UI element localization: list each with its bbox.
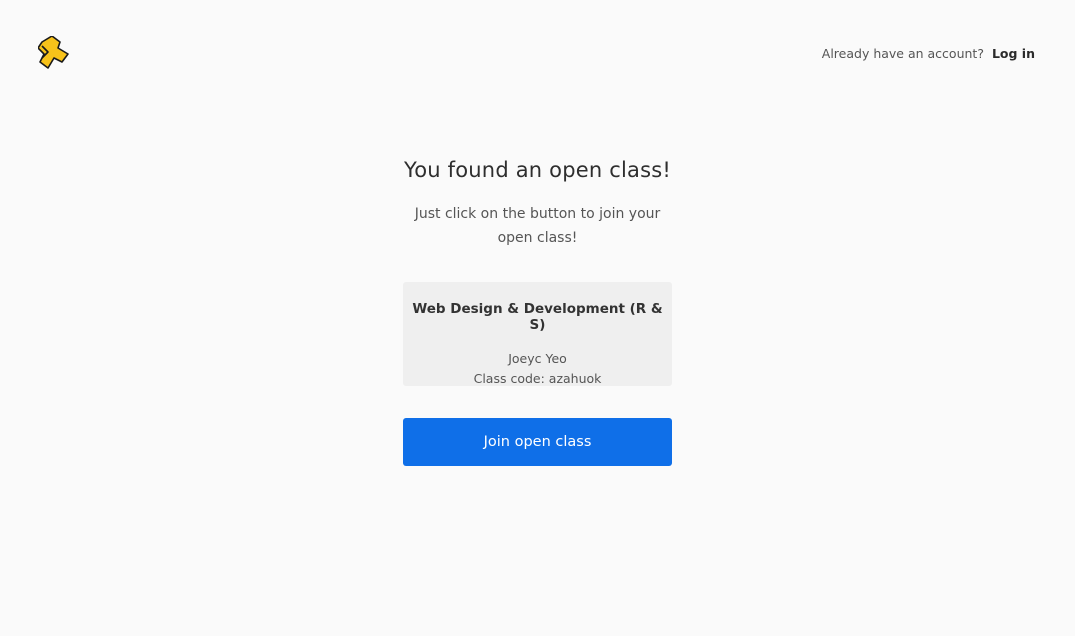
teacher-name: Joeyc Yeo <box>508 351 567 366</box>
account-prompt-text: Already have an account? <box>821 46 984 61</box>
login-link[interactable]: Log in <box>992 46 1035 61</box>
login-prompt: Already have an account? Log in <box>822 46 1035 61</box>
open-class-panel: You found an open class! Just click on t… <box>0 158 1075 466</box>
class-name: Web Design & Development (R & S) <box>412 301 663 333</box>
join-open-class-button[interactable]: Join open class <box>403 418 672 466</box>
page-title: You found an open class! <box>403 158 672 182</box>
page-subtitle: Just click on the button to join your op… <box>414 206 661 246</box>
page: Already have an account? Log in You foun… <box>0 0 1075 636</box>
class-card: Web Design & Development (R & S) Joeyc Y… <box>403 282 672 386</box>
class-code: Class code: azahuok <box>473 371 602 386</box>
logo-icon[interactable] <box>38 36 70 70</box>
